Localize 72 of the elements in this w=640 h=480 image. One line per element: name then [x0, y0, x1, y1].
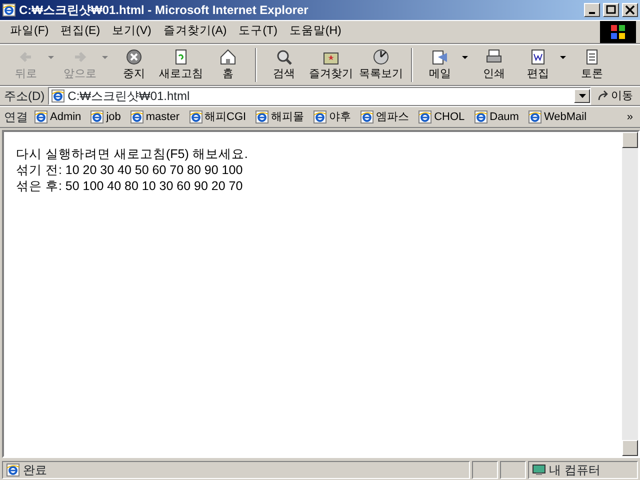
link-button[interactable]: 엠파스	[357, 108, 412, 126]
dropdown-button[interactable]	[574, 89, 590, 103]
scrollbar[interactable]	[622, 132, 638, 456]
minimize-icon	[589, 12, 595, 14]
toolbar-button[interactable]: 메일	[418, 46, 462, 84]
toolbar-button[interactable]: 검색	[262, 46, 306, 84]
ie-logo-icon	[418, 110, 432, 124]
text-line: 섞기 전: 10 20 30 40 50 60 70 80 90 100	[16, 162, 244, 178]
computer-icon	[532, 464, 546, 476]
toolbar-button[interactable]: 새로고침	[156, 46, 206, 84]
toolbar-button[interactable]: 토론	[570, 46, 614, 84]
toolbar-button[interactable]: 목록보기	[356, 46, 406, 84]
toolbar-button[interactable]: 즐겨찾기	[306, 46, 356, 84]
stop-icon	[125, 48, 143, 66]
zone-text: 내 컴퓨터	[549, 462, 600, 479]
link-button[interactable]: Admin	[31, 108, 84, 126]
dropdown-arrow-icon[interactable]	[462, 56, 468, 60]
close-button[interactable]	[622, 3, 638, 17]
toolbar-button[interactable]: 인쇄	[472, 46, 516, 84]
windows-logo-icon	[600, 21, 636, 43]
status-text: 완료	[23, 462, 47, 479]
toolbar-button[interactable]: 편집	[516, 46, 560, 84]
address-value: C:₩스크린샷₩01.html	[68, 88, 191, 105]
link-button[interactable]: job	[87, 108, 124, 126]
ie-logo-icon	[255, 110, 270, 124]
dropdown-arrow-icon[interactable]	[560, 56, 566, 60]
link-button[interactable]: master	[126, 108, 182, 126]
status-panel	[500, 461, 526, 479]
go-button[interactable]: 이동	[594, 88, 636, 104]
address-label: 주소(D)	[4, 88, 45, 105]
minimize-button[interactable]	[584, 3, 600, 17]
menu-item[interactable]: 도구(T)	[232, 22, 284, 42]
ie-logo-icon	[90, 110, 104, 124]
status-panel	[472, 461, 498, 479]
toolbar-button[interactable]: 홈	[206, 46, 250, 84]
ie-logo-icon	[130, 110, 144, 124]
text-line: 다시 실행하려면 새로고침(F5) 해보세요.	[16, 146, 249, 162]
link-button[interactable]: 야후	[310, 108, 354, 126]
links-label: 연결	[4, 109, 28, 126]
ie-logo-icon	[528, 110, 542, 124]
address-field[interactable]: C:₩스크린샷₩01.html	[48, 87, 591, 105]
ie-logo-icon	[34, 110, 48, 124]
caret-icon	[578, 94, 586, 98]
toolbar-button[interactable]: 중지	[112, 46, 156, 84]
ie-logo-icon	[188, 110, 202, 124]
menu-item[interactable]: 도움말(H)	[283, 22, 348, 42]
menu-item[interactable]: 파일(F)	[4, 22, 55, 42]
maximize-icon	[606, 5, 616, 15]
mail-icon	[431, 48, 449, 66]
window-title: C:₩스크린샷₩01.html - Microsoft Internet Explorer	[19, 2, 310, 19]
ie-logo-icon	[474, 110, 488, 124]
home-icon	[219, 48, 237, 66]
menu-item[interactable]: 즐겨찾기(A)	[157, 22, 233, 42]
link-button[interactable]: CHOL	[415, 108, 468, 126]
maximize-button[interactable]	[603, 3, 619, 17]
search-icon	[275, 48, 293, 66]
link-button[interactable]: 해피몰	[252, 108, 308, 126]
ie-logo-icon	[50, 89, 65, 103]
menu-item[interactable]: 편집(E)	[54, 22, 106, 42]
menu-item[interactable]: 보기(V)	[106, 22, 158, 42]
arrow-icon	[597, 90, 609, 102]
ie-logo-icon	[313, 110, 328, 124]
link-button[interactable]: 해피CGI	[186, 108, 250, 126]
ie-logo-icon	[2, 3, 16, 17]
more-links-button[interactable]: »	[624, 108, 636, 126]
edit-document-icon	[529, 48, 547, 66]
link-button[interactable]: WebMail	[524, 108, 590, 126]
text-line: 섞은 후: 50 100 40 80 10 30 60 90 20 70	[16, 178, 244, 194]
ie-logo-icon	[360, 110, 374, 124]
link-button[interactable]: Daum	[470, 108, 522, 126]
history-clock-icon	[372, 48, 390, 66]
close-icon	[625, 5, 635, 15]
